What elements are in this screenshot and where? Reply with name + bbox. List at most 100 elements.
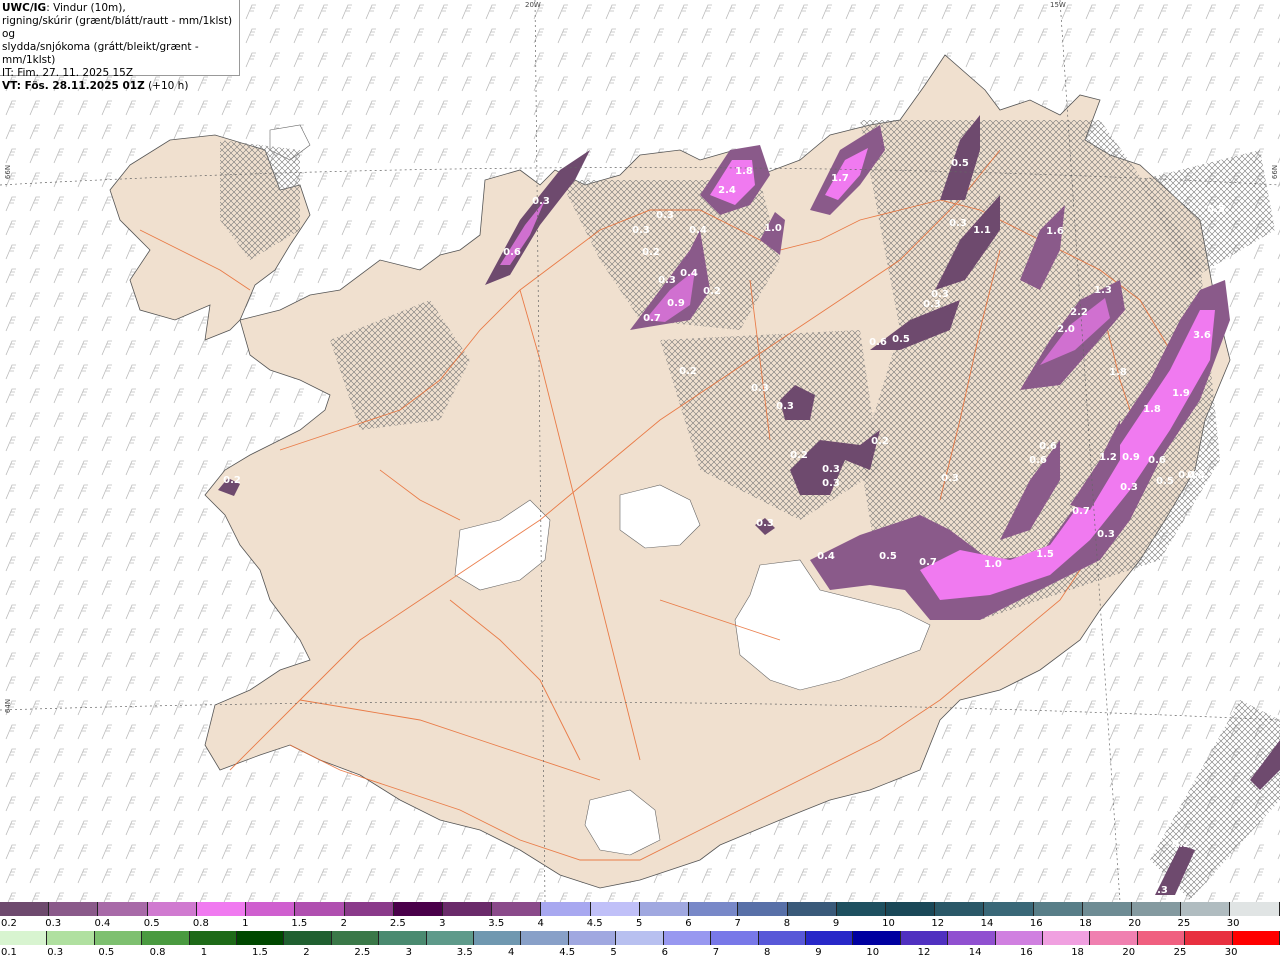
legend-label: 3 xyxy=(439,918,446,929)
legend-label: 0.5 xyxy=(98,947,115,958)
legend-swatch xyxy=(935,902,985,916)
legend-label: 12 xyxy=(917,947,931,958)
legend-swatch xyxy=(1132,902,1182,916)
precip-value-label: 0.2 xyxy=(1172,839,1190,850)
lon-label-15w: 15W xyxy=(1050,1,1066,9)
precip-value-label: 1.8 xyxy=(735,166,753,177)
precip-value-label: 0.5 xyxy=(1207,204,1225,215)
legend-label: 20 xyxy=(1122,947,1136,958)
legend-label: 3.5 xyxy=(456,947,473,958)
legend-swatch xyxy=(590,902,640,916)
legend-swatch xyxy=(787,902,837,916)
legend-swatch xyxy=(853,931,901,945)
legend-rain-colorbar xyxy=(0,931,1280,945)
legend-label: 8 xyxy=(783,918,791,929)
precip-value-label: 0.3 xyxy=(923,299,941,310)
lat-label-66n-right: 66N xyxy=(1271,164,1280,180)
legend-label: 30 xyxy=(1226,918,1240,929)
legend-label: 0.4 xyxy=(94,918,111,929)
legend-swatch xyxy=(0,902,50,916)
legend-label: 3.5 xyxy=(488,918,505,929)
precip-value-label: 0.3 xyxy=(658,275,676,286)
precip-value-label: 2.2 xyxy=(1070,307,1088,318)
legend-swatch xyxy=(711,931,759,945)
legend-swatch xyxy=(331,931,380,945)
legend-swatch xyxy=(663,931,712,945)
precip-value-label: 0.4 xyxy=(817,551,835,562)
precip-value-label: 2.0 xyxy=(1057,324,1075,335)
legend-label: 14 xyxy=(968,947,982,958)
precip-value-label: 1.2 xyxy=(1099,452,1117,463)
legend-swatch xyxy=(284,931,332,945)
precip-value-label: 1.8 xyxy=(1109,367,1127,378)
legend-label: 6 xyxy=(661,947,668,958)
legend-label: 4 xyxy=(537,918,544,929)
legend-swatch xyxy=(379,931,427,945)
precip-value-label: 1.0 xyxy=(764,223,782,234)
legend-swatch xyxy=(836,902,886,916)
precip-value-label: 0.5 xyxy=(879,551,897,562)
legend-label: 1 xyxy=(200,947,208,958)
precip-value-label: 0.4 xyxy=(689,225,707,236)
legend-label: 4.5 xyxy=(586,918,603,929)
legend-swatch xyxy=(98,902,148,916)
legend-label: 18 xyxy=(1079,918,1092,929)
legend-label: 4 xyxy=(508,947,515,958)
legend-label: 7 xyxy=(734,918,741,929)
legend-label: 9 xyxy=(815,947,822,958)
legend-swatch xyxy=(900,931,949,945)
precip-value-label: 1.7 xyxy=(831,173,849,184)
lat-label-66n-left: 66N xyxy=(4,164,13,180)
precip-value-label: 1.9 xyxy=(1172,388,1190,399)
legend-label: 7 xyxy=(712,947,720,958)
legend-label: 0.2 xyxy=(1,918,17,929)
legend-label: 20 xyxy=(1128,918,1142,929)
precip-value-label: 0.3 xyxy=(632,225,650,236)
valid-time-offset: (+10 h) xyxy=(144,80,189,92)
legend-swatch xyxy=(521,931,569,945)
legend-swatch xyxy=(758,931,806,945)
precip-value-label: 0.2 xyxy=(871,436,889,447)
precip-value-label: 1.1 xyxy=(973,225,991,236)
legend-label: 2 xyxy=(340,918,347,929)
legend-swatch xyxy=(94,931,143,945)
precip-value-label: 0.3 xyxy=(941,473,959,484)
legend-swatch xyxy=(0,931,48,945)
legend-label: 0.1 xyxy=(1,947,17,958)
precip-value-label: 0.3 xyxy=(532,196,550,207)
legend-label: 0.8 xyxy=(149,947,166,958)
precip-value-label: 0.5 xyxy=(892,334,910,345)
legend-swatch xyxy=(442,902,493,916)
legend-swatch xyxy=(805,931,854,945)
legend-swatch xyxy=(1090,931,1138,945)
precip-value-label: 0.3 xyxy=(1120,482,1138,493)
precip-value-label: 0.7 xyxy=(919,557,937,568)
legend-label: 3 xyxy=(405,947,412,958)
legend-swatch xyxy=(492,902,542,916)
precip-value-label: 3.6 xyxy=(1193,330,1211,341)
legend-swatch xyxy=(1042,931,1091,945)
legend-snow-labels: 0.2 0.3 0.4 0.5 0.8 1 1.5 2 2.5 3 3.5 4 4.5 5 6 7 8 9 10 12… xyxy=(0,918,1280,930)
precip-value-label: 0.9 xyxy=(667,298,685,309)
precip-value-label: 2.4 xyxy=(718,185,736,196)
legend-swatch xyxy=(541,902,591,916)
precip-value-label: 1.0 xyxy=(984,559,1002,570)
legend-label: 10 xyxy=(866,947,880,958)
legend-label: 1.5 xyxy=(252,947,268,958)
precip-value-label: 0.7 xyxy=(1072,506,1090,517)
legend-swatch xyxy=(568,931,617,945)
precip-value-label: 0.3 xyxy=(776,401,794,412)
legend-swatch xyxy=(1033,902,1083,916)
legend-label: 0.8 xyxy=(192,918,209,929)
legend-swatch xyxy=(1232,931,1280,945)
weather-map: 0.3 0.6 0.2 1.8 2.4 1.7 0.3 0.3 0.4 0.2 0.4 0.3 0.9 0… xyxy=(0,0,1280,902)
legend-swatch xyxy=(738,902,788,916)
legend-snow-colorbar xyxy=(0,902,1280,916)
legend-swatch xyxy=(49,902,99,916)
legend-swatch xyxy=(246,902,296,916)
precip-value-label: 0.3 xyxy=(751,383,769,394)
legend-label: 5 xyxy=(610,947,617,958)
precip-value-label: 0.3 xyxy=(1150,885,1168,896)
precip-value-label: 0.9 xyxy=(1122,452,1140,463)
legend-label: 16 xyxy=(1020,947,1033,958)
